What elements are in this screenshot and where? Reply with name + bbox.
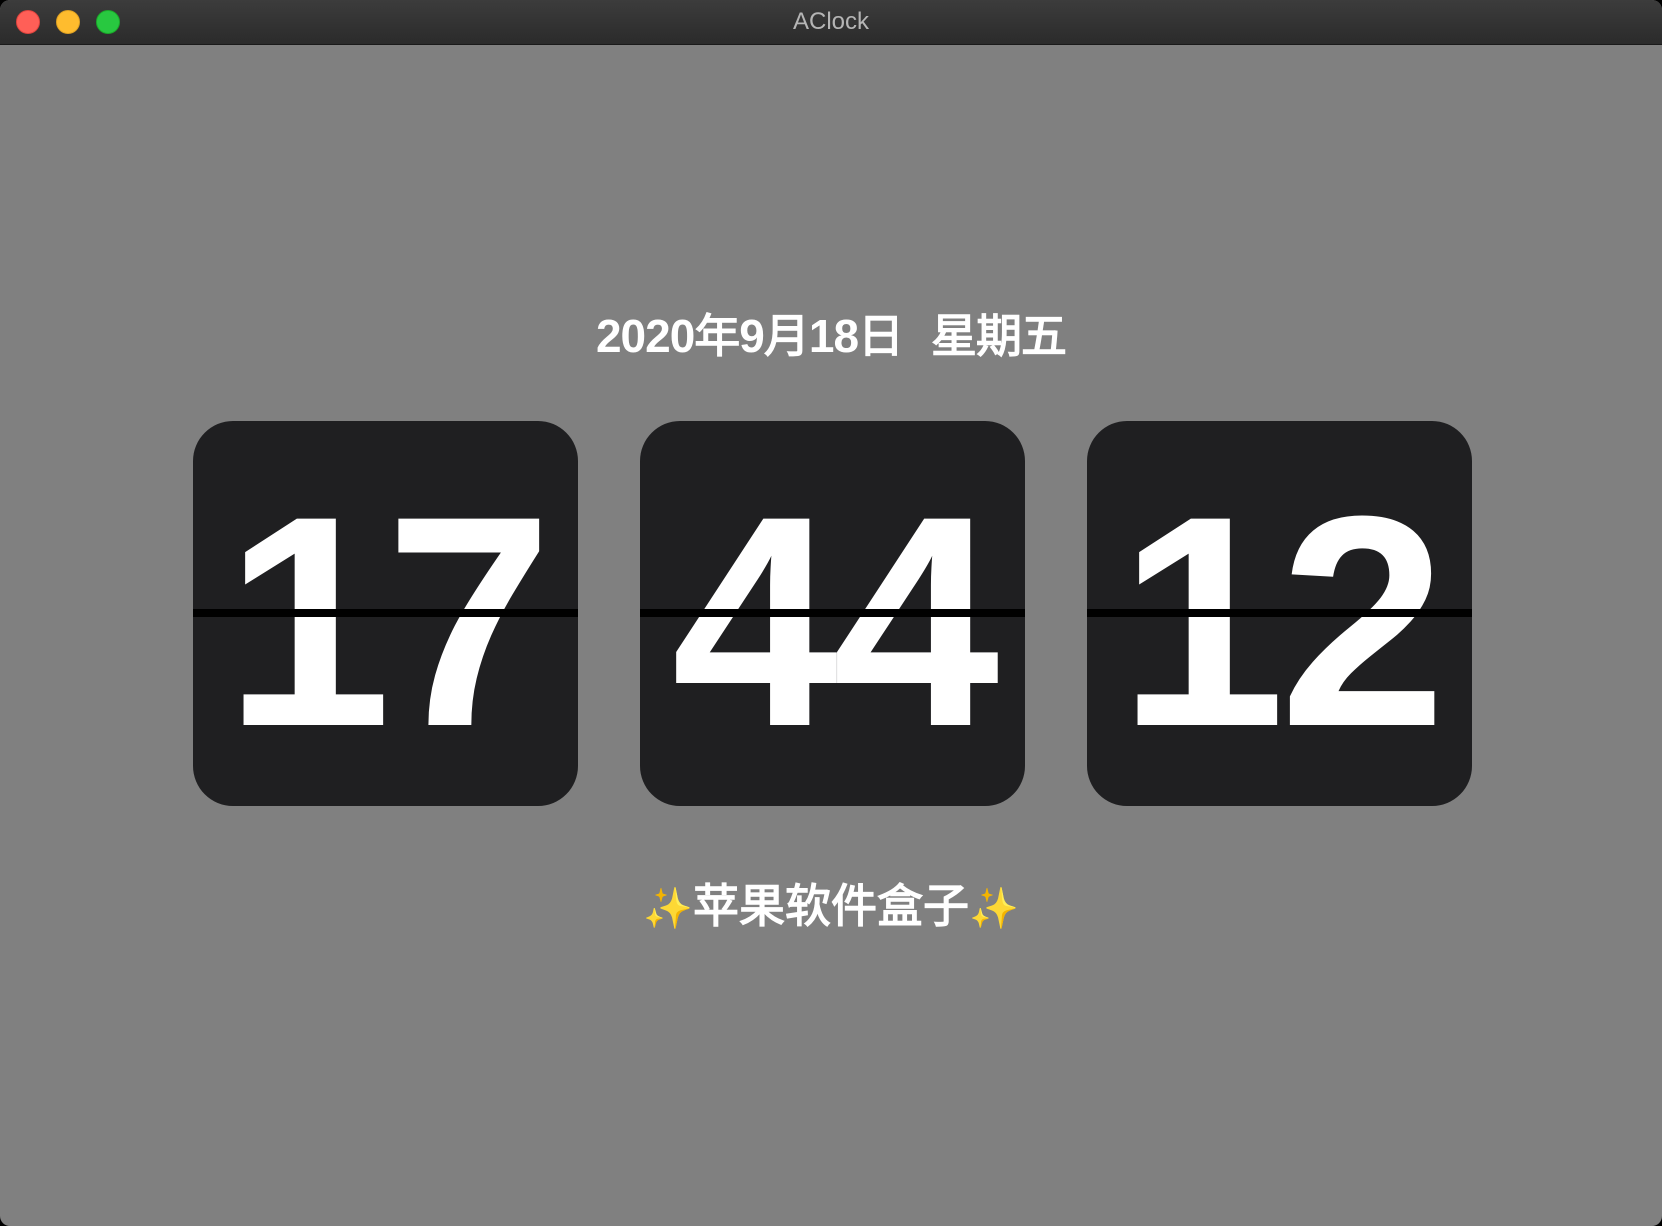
weekday-text: 星期五	[931, 310, 1067, 362]
minutes-flip-card: 44	[640, 421, 1025, 806]
seconds-digits: 12	[1118, 453, 1447, 789]
seconds-split-line	[1087, 609, 1472, 617]
aclock-window: AClock 2020年9月18日 星期五 17 44 12 ✨苹果软件盒子✨	[0, 0, 1662, 1226]
tagline: ✨苹果软件盒子✨	[0, 870, 1662, 933]
seconds-flip-card: 12	[1087, 421, 1472, 806]
minutes-split-line	[640, 609, 1025, 617]
hours-flip-card: 17	[193, 421, 578, 806]
sparkles-icon: ✨	[969, 886, 1019, 932]
sparkles-icon: ✨	[643, 886, 693, 932]
tagline-text: 苹果软件盒子	[693, 879, 969, 933]
window-title: AClock	[792, 8, 870, 35]
hours-digits: 17	[224, 453, 553, 789]
date-display: 2020年9月18日 星期五	[0, 300, 1662, 362]
hours-split-line	[193, 609, 578, 617]
title-bar[interactable]: AClock	[0, 0, 1662, 45]
date-text: 2020年9月18日	[595, 310, 904, 362]
minutes-digits: 44	[671, 453, 1000, 789]
